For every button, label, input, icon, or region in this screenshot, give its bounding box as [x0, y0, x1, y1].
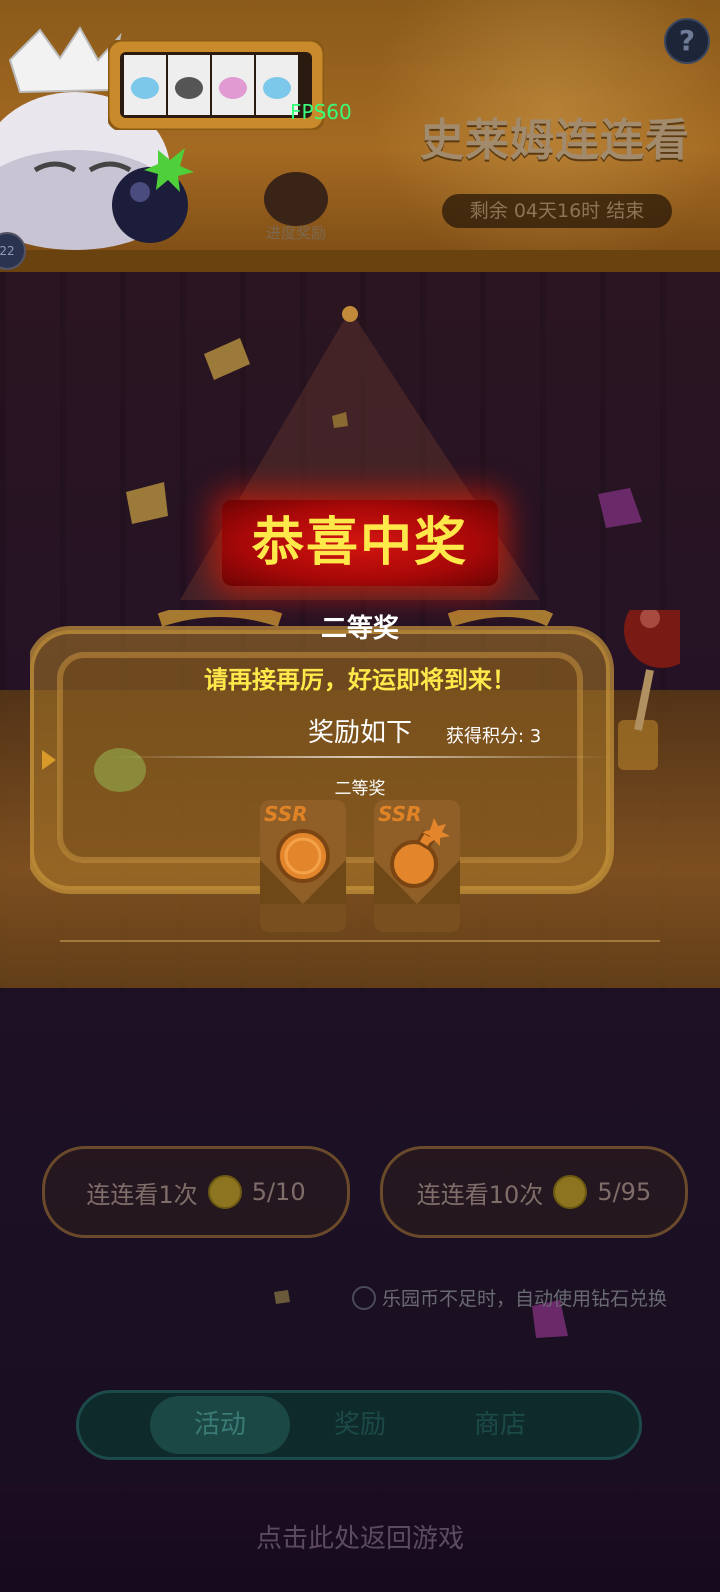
confetti-piece — [274, 1290, 290, 1304]
auto-diamond-option[interactable]: 乐园币不足时，自动使用钻石兑换 — [352, 1284, 702, 1311]
tier-label: 二等奖 — [334, 779, 386, 799]
help-icon[interactable]: ? — [664, 18, 710, 64]
points-earned: 获得积分: 3 — [446, 726, 542, 747]
reward-item-card[interactable]: SSR — [260, 800, 346, 932]
orb-icon — [260, 829, 346, 904]
confetti-piece — [598, 488, 642, 528]
return-to-game-button[interactable]: 点击此处返回游戏 — [0, 1486, 720, 1592]
gift-box-icon — [264, 172, 328, 226]
tab-shop[interactable]: 商店 — [430, 1396, 570, 1454]
progress-reward-label: 进度奖励 — [265, 224, 326, 242]
draw-once-count: 5/10 — [251, 1178, 306, 1206]
event-title: 史莱姆连连看 — [420, 115, 690, 166]
fps-counter: FPS60 — [290, 100, 352, 124]
confetti-piece — [332, 412, 348, 428]
banner-divider — [0, 250, 720, 272]
event-timer: 剩余 04天16时 结束 — [442, 194, 672, 228]
encourage-message: 请再接再厉，好运即将到来！ — [204, 666, 516, 694]
rewards-title: 奖励如下 — [307, 718, 412, 748]
radio-button[interactable] — [352, 1285, 376, 1310]
draw-ten-count: 5/95 — [597, 1178, 652, 1206]
reward-item-card[interactable]: SSR — [374, 800, 460, 932]
draw-once-label: 连连看1次 — [86, 1180, 198, 1209]
confetti-piece — [126, 482, 168, 524]
reward-divider — [110, 756, 610, 758]
auto-diamond-label: 乐园币不足时，自动使用钻石兑换 — [382, 1288, 668, 1310]
park-coin-icon — [207, 1175, 242, 1209]
congrats-banner: 恭喜中奖 — [222, 500, 498, 586]
tab-rewards[interactable]: 奖励 — [290, 1396, 430, 1454]
progress-reward-button[interactable]: 进度奖励 — [256, 172, 336, 243]
tab-activity[interactable]: 活动 — [150, 1396, 290, 1454]
draw-ten-button[interactable]: 连连看10次 5/95 — [380, 1146, 688, 1238]
prize-level: 二等奖 — [320, 614, 399, 644]
bomb-icon — [374, 818, 460, 904]
draw-once-button[interactable]: 连连看1次 5/10 — [42, 1146, 350, 1238]
park-coin-icon — [553, 1175, 588, 1209]
reward-divider-bottom — [60, 940, 660, 942]
slot-machine — [30, 610, 680, 894]
draw-ten-label: 连连看10次 — [416, 1180, 544, 1209]
confetti-piece — [204, 338, 250, 380]
